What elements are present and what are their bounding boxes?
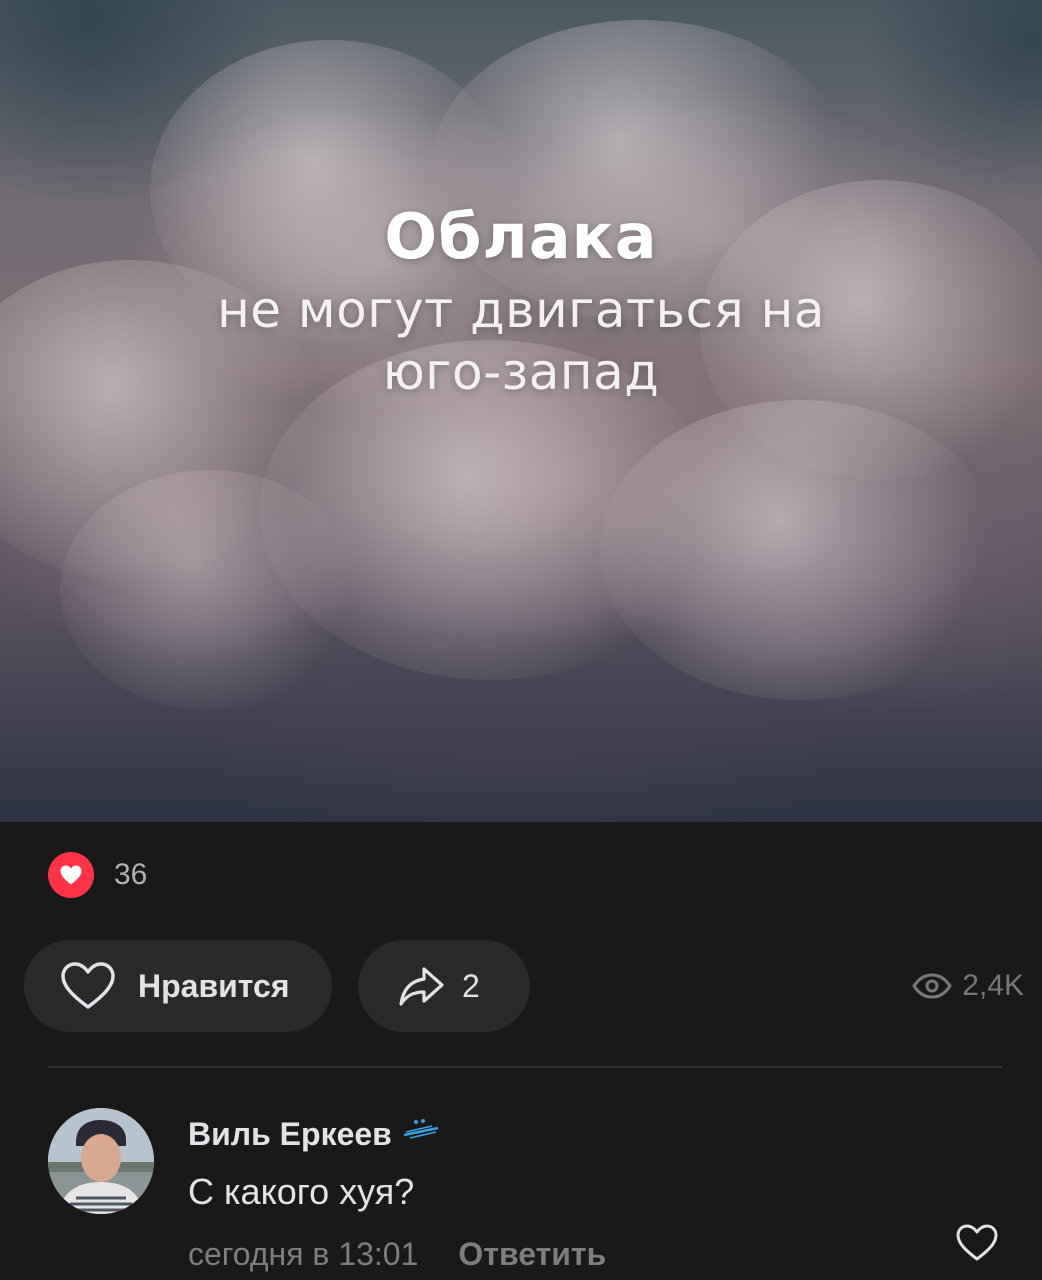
eye-icon [912, 973, 953, 999]
author-row: Виль Еркеев [188, 1106, 988, 1162]
comment-text: С какого хуя? [188, 1171, 415, 1212]
heart-icon [48, 852, 94, 898]
reactions-summary[interactable]: 36 [48, 852, 147, 898]
caption-title: Облака [384, 200, 658, 273]
comment-meta: сегодня в 13:01 Ответить [188, 1224, 988, 1280]
comment-like-button[interactable] [952, 1218, 1002, 1268]
cloud-shape [60, 470, 360, 710]
divider [48, 1066, 1002, 1068]
comment-timestamp: сегодня в 13:01 [188, 1235, 419, 1272]
post-view: Облака не могут двигаться на юго-запад 3… [0, 0, 1042, 1280]
cloud-shape [600, 400, 1000, 700]
reply-button[interactable]: Ответить [458, 1236, 606, 1273]
avatar[interactable] [48, 1108, 154, 1214]
comment-body: Виль Еркеев С какого хуя? сегодня в 13:0… [188, 1106, 988, 1280]
share-button[interactable]: 2 [358, 940, 530, 1032]
heart-outline-icon [956, 1224, 998, 1261]
heart-outline-icon [61, 962, 115, 1009]
post-actions: Нравится 2 2,4K [24, 940, 1024, 1032]
views-count: 2,4K [962, 969, 1024, 1002]
image-caption: Облака не могут двигаться на юго-запад [0, 195, 1042, 403]
comment: Виль Еркеев С какого хуя? сегодня в 13:0… [48, 1106, 1002, 1276]
like-button[interactable]: Нравится [24, 940, 332, 1032]
caption-line-2: юго-запад [382, 343, 660, 401]
share-count: 2 [462, 967, 480, 1004]
share-arrow-icon [399, 967, 444, 1006]
author-name[interactable]: Виль Еркеев [188, 1116, 392, 1153]
post-image[interactable]: Облака не могут двигаться на юго-запад [0, 0, 1042, 822]
zenit-logo-icon [402, 1118, 440, 1145]
sky-patch [860, 0, 1042, 200]
reaction-count: 36 [114, 858, 148, 891]
views-counter: 2,4K [912, 940, 1024, 1032]
caption-line-1: не могут двигаться на [217, 281, 825, 339]
like-label: Нравится [138, 967, 290, 1004]
